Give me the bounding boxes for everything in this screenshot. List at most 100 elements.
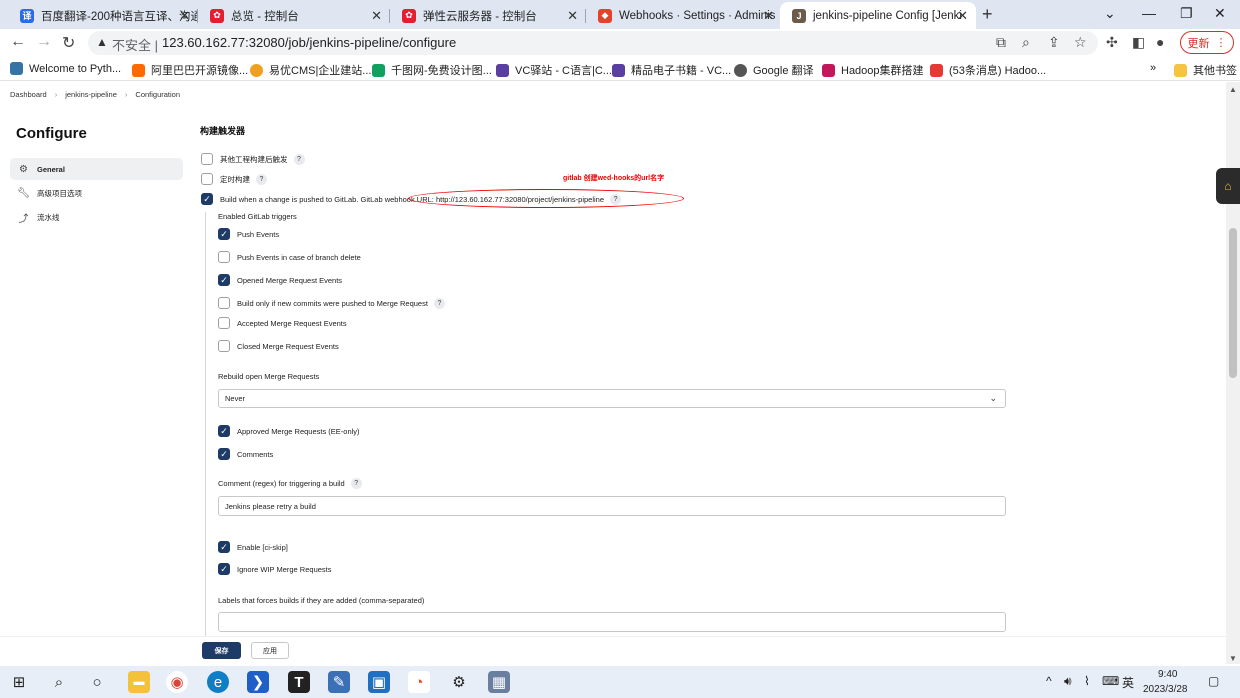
help-icon[interactable]: ? — [256, 173, 267, 185]
bookmark-item[interactable]: Google 翻译 — [734, 62, 814, 78]
apply-button[interactable]: 应用 — [251, 642, 289, 659]
windows-start-icon[interactable]: ⊞ — [8, 671, 30, 693]
bookmark-item[interactable]: (53条消息) Hadoo... — [930, 62, 1046, 78]
reload-icon[interactable]: ↻ — [62, 33, 75, 53]
bookmark-item[interactable]: 千图网-免费设计图... — [372, 62, 492, 78]
maximize-icon[interactable]: ❐ — [1180, 5, 1193, 22]
sidebar-item-general[interactable]: ⚙ General — [10, 158, 183, 180]
trigger-accepted-mr[interactable]: Accepted Merge Request Events — [218, 317, 347, 329]
extension-sidebar-icon[interactable]: ⌂ — [1216, 168, 1240, 204]
extensions-icon[interactable]: ✣ — [1106, 34, 1118, 51]
search-icon[interactable]: ⌕ — [48, 671, 70, 693]
rebuild-select[interactable]: Never ⌄ — [218, 389, 1006, 408]
trigger-new-commits-mr[interactable]: Build only if new commits were pushed to… — [218, 297, 445, 309]
bookmark-item[interactable]: Welcome to Pyth... — [10, 62, 121, 75]
checkbox[interactable] — [218, 340, 230, 352]
trigger-opened-mr[interactable]: Opened Merge Request Events — [218, 274, 342, 286]
insecure-label[interactable]: 不安全 | — [112, 35, 158, 54]
trigger-approved-mr[interactable]: Approved Merge Requests (EE-only) — [218, 425, 360, 437]
bookmark-item[interactable]: 易优CMS|企业建站... — [250, 62, 371, 78]
trigger-push-events[interactable]: Push Events — [218, 228, 279, 240]
checkbox-checked[interactable] — [218, 228, 230, 240]
checkbox[interactable] — [218, 317, 230, 329]
sidebar-item-pipeline[interactable]: ⤴ 流水线 — [10, 206, 183, 228]
checkbox[interactable] — [218, 297, 230, 309]
zoom-icon[interactable]: ⌕ — [1022, 34, 1030, 51]
other-bookmarks[interactable]: 其他书签 — [1174, 62, 1237, 78]
close-icon[interactable]: ✕ — [567, 8, 578, 24]
bookmark-item[interactable]: 精品电子书籍 - VC... — [612, 62, 731, 78]
translate-icon[interactable]: ⧉ — [996, 34, 1006, 51]
back-icon[interactable]: ← — [10, 33, 26, 51]
bookmark-item[interactable]: Hadoop集群搭建 — [822, 62, 924, 78]
help-icon[interactable]: ? — [350, 478, 362, 489]
option-ignore-wip[interactable]: Ignore WIP Merge Requests — [218, 563, 332, 575]
help-icon[interactable]: ? — [293, 153, 305, 165]
checkbox[interactable] — [201, 153, 213, 165]
tab-jenkins-config[interactable]: J jenkins-pipeline Config [Jenki ✕ — [780, 2, 976, 29]
notification-icon[interactable]: ▢ — [1208, 674, 1219, 688]
breadcrumb-configuration[interactable]: Configuration — [135, 90, 180, 99]
notes-icon[interactable]: ✎ — [328, 671, 350, 693]
labels-force-input[interactable] — [218, 612, 1006, 632]
option-ci-skip[interactable]: Enable [ci-skip] — [218, 541, 288, 553]
typora-icon[interactable]: T — [288, 671, 310, 693]
close-icon[interactable]: ✕ — [179, 8, 190, 24]
close-icon[interactable]: ✕ — [957, 8, 968, 24]
network-icon[interactable]: ⌇ — [1084, 674, 1090, 688]
close-window-icon[interactable]: ✕ — [1214, 5, 1226, 22]
warning-icon[interactable]: ▲ — [96, 35, 108, 49]
checkbox[interactable] — [201, 173, 213, 185]
sidebar-item-advanced[interactable]: 🔧︎ 高级项目选项 — [10, 182, 183, 204]
tab-gitlab-webhooks[interactable]: ◆ Webhooks · Settings · Adminis ✕ — [586, 2, 782, 29]
clock-date[interactable]: 2023/3/28 — [1143, 684, 1188, 695]
trigger-comments[interactable]: Comments — [218, 448, 273, 460]
checkbox-checked[interactable] — [201, 193, 213, 205]
checkbox-checked[interactable] — [218, 448, 230, 460]
bookmark-item[interactable]: VC驿站 - C语言|C... — [496, 62, 612, 78]
update-button[interactable]: 更新 ⋮ — [1180, 31, 1234, 54]
share-icon[interactable]: ⇪ — [1048, 34, 1060, 51]
vscode-icon[interactable]: ❯ — [247, 671, 269, 693]
scroll-down-icon[interactable]: ▼ — [1229, 654, 1237, 663]
tab-baidu-translate[interactable]: 译 百度翻译-200种语言互译、沟通 ✕ — [8, 2, 198, 29]
remote-desktop-icon[interactable]: ▣ — [368, 671, 390, 693]
close-icon[interactable]: ✕ — [763, 8, 774, 24]
new-tab-button[interactable]: + — [982, 4, 993, 25]
url-text[interactable]: 123.60.162.77:32080/job/jenkins-pipeline… — [162, 35, 456, 50]
edge-icon[interactable]: e — [207, 671, 229, 693]
trigger-scheduled[interactable]: 定时构建 ? — [201, 173, 267, 185]
breadcrumb-dashboard[interactable]: Dashboard — [10, 90, 47, 99]
scroll-up-icon[interactable]: ▲ — [1229, 85, 1237, 94]
forward-icon[interactable]: → — [36, 33, 52, 51]
checkbox-checked[interactable] — [218, 274, 230, 286]
scrollbar-thumb[interactable] — [1229, 228, 1237, 378]
close-icon[interactable]: ✕ — [371, 8, 382, 24]
trigger-closed-mr[interactable]: Closed Merge Request Events — [218, 340, 339, 352]
bookmark-item[interactable]: 阿里巴巴开源镜像... — [132, 62, 248, 78]
keyboard-icon[interactable]: ⌨ — [1102, 674, 1119, 688]
trigger-other-project[interactable]: 其他工程构建后触发 ? — [201, 153, 305, 165]
xshell-icon[interactable]: ◔ — [408, 671, 430, 693]
task-view-icon[interactable]: ○ — [86, 671, 108, 693]
breadcrumb-job[interactable]: jenkins-pipeline — [65, 90, 117, 99]
tray-chevron-up-icon[interactable]: ^ — [1046, 674, 1052, 688]
comment-regex-input[interactable]: Jenkins please retry a build — [218, 496, 1006, 516]
trigger-push-branch-delete[interactable]: Push Events in case of branch delete — [218, 251, 361, 263]
star-icon[interactable]: ☆ — [1074, 34, 1087, 51]
settings-gear-icon[interactable]: ⚙ — [448, 671, 470, 693]
tab-huawei-overview[interactable]: ✿ 总览 - 控制台 ✕ — [198, 2, 390, 29]
checkbox-checked[interactable] — [218, 563, 230, 575]
volume-icon[interactable]: 🔊︎ — [1064, 674, 1072, 689]
minimize-icon[interactable]: — — [1142, 5, 1156, 21]
image-viewer-icon[interactable]: ▦ — [488, 671, 510, 693]
tab-search-icon[interactable]: ⌄ — [1104, 5, 1116, 22]
side-panel-icon[interactable]: ◧ — [1132, 34, 1145, 51]
ime-indicator[interactable]: 英 — [1122, 674, 1134, 691]
checkbox-checked[interactable] — [218, 425, 230, 437]
help-icon[interactable]: ? — [433, 297, 445, 309]
checkbox-checked[interactable] — [218, 541, 230, 553]
profile-icon[interactable]: ● — [1156, 34, 1164, 50]
checkbox[interactable] — [218, 251, 230, 263]
tab-huawei-ecs[interactable]: ✿ 弹性云服务器 - 控制台 ✕ — [390, 2, 586, 29]
